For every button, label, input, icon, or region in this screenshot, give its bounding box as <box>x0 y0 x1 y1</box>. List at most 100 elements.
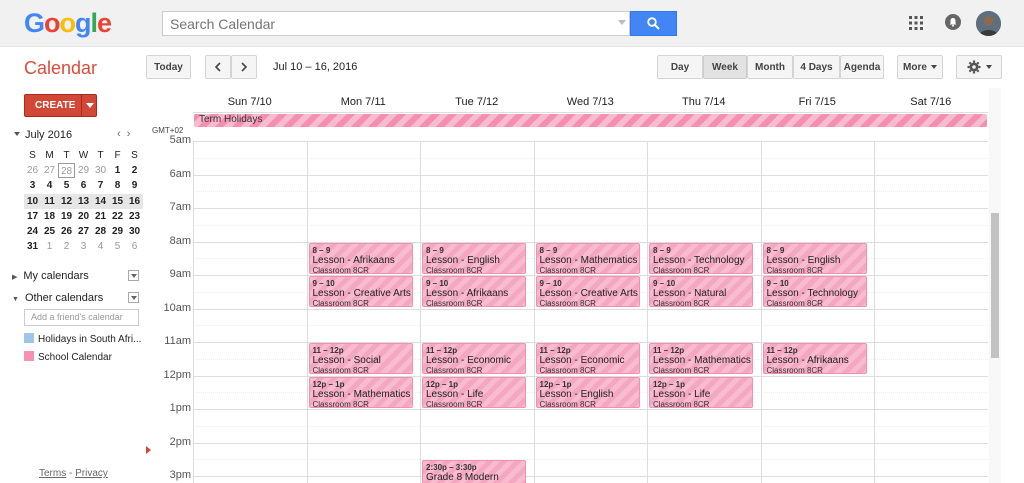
minical-day[interactable]: 26 <box>58 224 75 239</box>
calendar-event[interactable]: 11 – 12p Lesson - Afrikaans Classroom 8CR <box>762 343 867 374</box>
calendar-event[interactable]: 8 – 9 Lesson - English Classroom 8CR <box>422 242 526 274</box>
calendar-event[interactable]: 8 – 9 Lesson - English Classroom 8CR <box>762 242 867 274</box>
view-day-button[interactable]: Day <box>657 55 703 79</box>
minical-day[interactable]: 1 <box>109 163 126 178</box>
calendar-event[interactable]: 8 – 9 Lesson - Mathematics Classroom 8CR <box>535 242 640 274</box>
add-friend-calendar-input[interactable]: Add a friend's calendar <box>24 309 139 326</box>
hour-line[interactable] <box>193 208 988 209</box>
create-event-button[interactable]: CREATE <box>24 94 97 117</box>
minical-day[interactable]: 19 <box>58 209 75 224</box>
minical-day[interactable]: 5 <box>109 239 126 254</box>
settings-button[interactable] <box>956 55 1002 79</box>
minical-day[interactable]: 1 <box>41 239 58 254</box>
view-agenda-button[interactable]: Agenda <box>840 55 884 79</box>
view-month-button[interactable]: Month <box>747 55 793 79</box>
privacy-link[interactable]: Privacy <box>75 468 108 479</box>
other-calendars-menu-button[interactable] <box>128 292 139 303</box>
search-options-chevron-down-icon[interactable] <box>618 20 626 25</box>
day-header[interactable]: Sun 7/10 <box>193 96 307 108</box>
minical-day[interactable]: 8 <box>109 178 126 193</box>
minical-day[interactable]: 12 <box>58 193 75 209</box>
minical-day[interactable]: 6 <box>126 239 143 254</box>
minical-day[interactable]: 4 <box>41 178 58 193</box>
day-header[interactable]: Thu 7/14 <box>647 96 761 108</box>
hour-line[interactable] <box>193 141 988 142</box>
calendar-event[interactable]: 12p – 1p Lesson - Life Classroom 8CR <box>649 376 753 408</box>
google-logo[interactable]: Google <box>24 8 112 39</box>
calendar-event[interactable]: 11 – 12p Lesson - Social Classroom 8CR <box>308 343 413 374</box>
notifications-bell-icon[interactable] <box>945 14 961 30</box>
minical-day[interactable]: 13 <box>75 193 92 209</box>
minical-day[interactable]: 29 <box>109 224 126 239</box>
hour-line[interactable] <box>193 442 988 444</box>
minical-day[interactable]: 4 <box>92 239 109 254</box>
minical-day[interactable]: 2 <box>58 239 75 254</box>
calendar-event[interactable]: 8 – 9 Lesson - Technology Classroom 8CR <box>649 242 753 274</box>
calendar-event[interactable]: 2:30p – 3:30pGrade 8 ModernDance Studio <box>422 460 526 483</box>
hour-line[interactable] <box>193 308 988 310</box>
calendar-event[interactable]: 9 – 10 Lesson - Technology Classroom 8CR <box>762 276 867 307</box>
day-header[interactable]: Sat 7/16 <box>874 96 988 108</box>
search-input[interactable] <box>163 12 603 35</box>
create-dropdown-chevron-down-icon[interactable] <box>86 103 94 108</box>
search-box[interactable] <box>162 11 630 36</box>
minical-day[interactable]: 6 <box>75 178 92 193</box>
minical-day[interactable]: 3 <box>24 178 41 193</box>
calendar-event[interactable]: 11 – 12p Lesson - Economic Classroom 8CR <box>535 343 640 374</box>
next-week-button[interactable] <box>231 55 257 79</box>
minical-day[interactable]: 25 <box>41 224 58 239</box>
minical-day[interactable]: 27 <box>41 163 58 178</box>
calendar-event[interactable]: 11 – 12p Lesson - Economic Classroom 8CR <box>422 343 526 374</box>
all-day-event[interactable]: Term Holidays <box>194 114 987 127</box>
terms-link[interactable]: Terms <box>39 468 66 479</box>
minical-day[interactable]: 14 <box>92 193 109 209</box>
minical-day[interactable]: 2 <box>126 163 143 178</box>
day-header[interactable]: Fri 7/15 <box>761 96 875 108</box>
calendar-event[interactable]: 9 – 10 Lesson - Creative Arts Classroom 8C… <box>535 276 640 307</box>
hour-line[interactable] <box>193 409 988 410</box>
day-header[interactable]: Mon 7/11 <box>307 96 421 108</box>
scrollbar-thumb[interactable] <box>991 213 999 358</box>
minical-day[interactable]: 5 <box>58 178 75 193</box>
minical-next-chevron-right-icon[interactable]: › <box>127 128 131 140</box>
minical-day[interactable]: 28 <box>92 224 109 239</box>
more-button[interactable]: More <box>897 55 943 79</box>
calendar-item[interactable]: School Calendar <box>24 351 144 363</box>
calendar-item[interactable]: Holidays in South Afri... <box>24 333 144 345</box>
hour-line[interactable] <box>193 174 988 176</box>
minical-day[interactable]: 11 <box>41 193 58 209</box>
minical-day[interactable]: 7 <box>92 178 109 193</box>
view-week-button[interactable]: Week <box>703 55 747 79</box>
minical-header[interactable]: July 2016 <box>14 129 72 141</box>
minical-day[interactable]: 9 <box>126 178 143 193</box>
hour-line[interactable] <box>193 476 988 477</box>
view-4-days-button[interactable]: 4 Days <box>793 55 840 79</box>
minical-day[interactable]: 22 <box>109 209 126 224</box>
minical-day[interactable]: 16 <box>126 193 143 209</box>
minical-day[interactable]: 30 <box>92 163 109 178</box>
calendar-event[interactable]: 11 – 12p Lesson - Mathematics Classroom 8C… <box>649 343 753 374</box>
day-header[interactable]: Tue 7/12 <box>420 96 534 108</box>
minical-day[interactable]: 27 <box>75 224 92 239</box>
calendar-event[interactable]: 9 – 10 Lesson - Creative Arts Classroom 8C… <box>308 276 413 307</box>
minical-day[interactable]: 3 <box>75 239 92 254</box>
minical-collapse-triangle-icon[interactable] <box>14 132 20 136</box>
calendar-event[interactable]: 12p – 1p Lesson - English Classroom 8CR <box>535 376 640 408</box>
day-header[interactable]: Wed 7/13 <box>534 96 648 108</box>
minical-day[interactable]: 18 <box>41 209 58 224</box>
search-button[interactable] <box>630 11 677 36</box>
minical-day[interactable]: 20 <box>75 209 92 224</box>
calendar-event[interactable]: 12p – 1p Lesson - Life Classroom 8CR <box>422 376 526 408</box>
today-button[interactable]: Today <box>146 55 191 79</box>
calendar-event[interactable]: 9 – 10 Lesson - Afrikaans Classroom 8CR <box>422 276 526 307</box>
apps-grid-icon[interactable] <box>909 16 923 33</box>
minical-day[interactable]: 23 <box>126 209 143 224</box>
calendar-event[interactable]: 12p – 1p Lesson - Mathematics Classroom 8C… <box>308 376 413 408</box>
minical-day[interactable]: 29 <box>75 163 92 178</box>
minical-day[interactable]: 10 <box>24 193 41 209</box>
other-calendars-section[interactable]: ▼ Other calendars <box>12 292 103 304</box>
minical-day[interactable]: 24 <box>24 224 41 239</box>
my-calendars-menu-button[interactable] <box>128 270 139 281</box>
minical-day[interactable]: 30 <box>126 224 143 239</box>
minical-day[interactable]: 17 <box>24 209 41 224</box>
